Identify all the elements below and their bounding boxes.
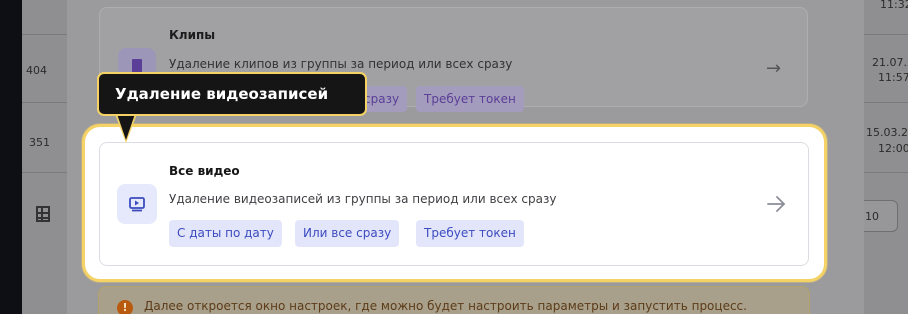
page-size-select[interactable]: 10 xyxy=(858,200,898,232)
option-tag-token-required: Требует токен xyxy=(416,220,524,247)
option-title: Все видео xyxy=(169,164,240,178)
arrow-right-icon: → xyxy=(766,58,782,79)
page-size-value: 10 xyxy=(865,210,879,223)
video-icon xyxy=(117,184,157,224)
table-cell: 404 xyxy=(26,64,47,77)
arrow-right-icon xyxy=(764,192,788,216)
option-description: Удаление видеозаписей из группы за перио… xyxy=(169,192,557,206)
tooltip-text: Удаление видеозаписей xyxy=(115,85,329,103)
option-title: Клипы xyxy=(169,28,216,42)
table-cell: 12:00 xyxy=(878,142,908,155)
table-cell: 11:57 xyxy=(878,71,908,84)
option-tag: Требует токен xyxy=(416,86,524,112)
table-cell: 11:32 xyxy=(880,0,908,11)
option-tag-all-at-once: Или все сразу xyxy=(295,220,400,247)
warning-text: Далее откроется окно настроек, где можно… xyxy=(144,299,747,313)
tooltip-pointer xyxy=(117,114,135,140)
tour-tooltip: Удаление видеозаписей xyxy=(97,72,367,116)
table-cell: 21.07.20 xyxy=(872,56,908,69)
option-tag-date-range: С даты по дату xyxy=(169,220,282,247)
grid-icon[interactable] xyxy=(36,206,50,222)
table-cell: 15.03.20 xyxy=(866,126,908,139)
table-cell: 351 xyxy=(29,136,50,149)
option-description: Удаление клипов из группы за период или … xyxy=(169,57,513,71)
warning-icon: ! xyxy=(117,300,133,314)
